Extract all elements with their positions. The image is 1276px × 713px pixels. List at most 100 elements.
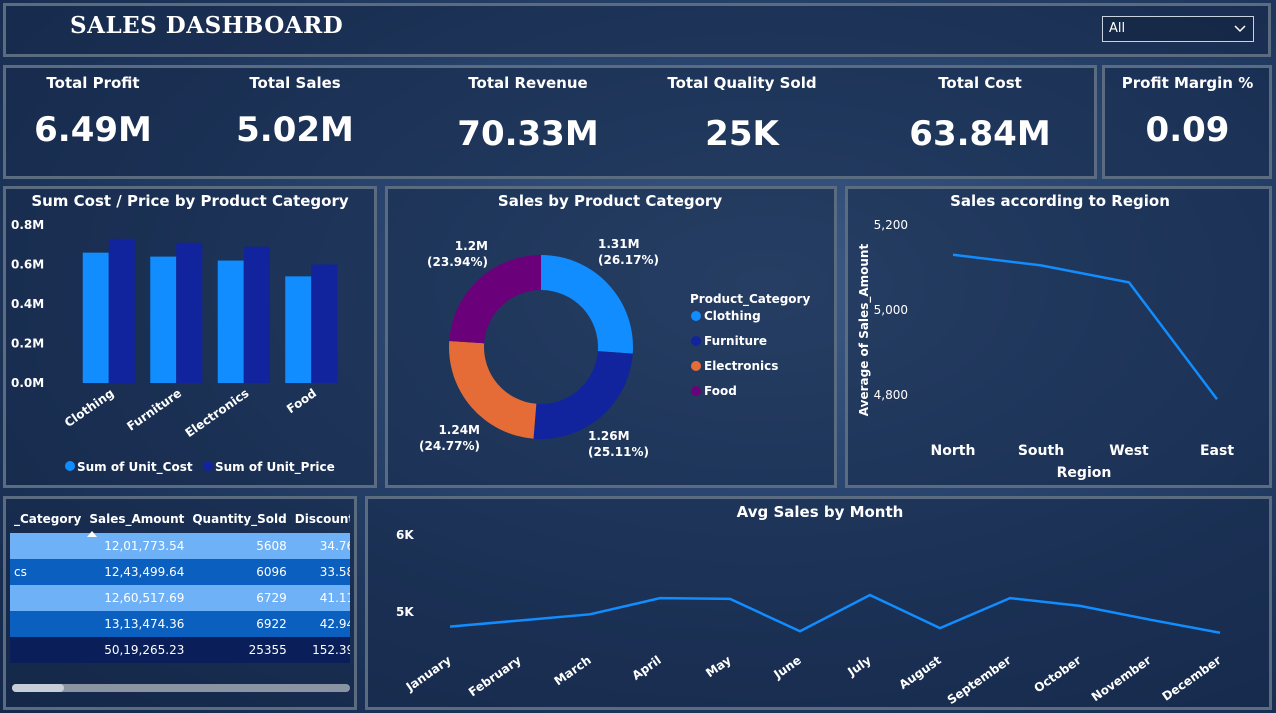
bar-x-tick: Clothing [62,386,116,430]
kpi-label-total-cost: Total Cost [938,74,1022,92]
page-title: SALES DASHBOARD [70,12,344,39]
scrollbar-thumb[interactable] [12,684,64,692]
table-total-cell [10,637,85,663]
bar-unit-price[interactable] [176,242,203,383]
month-x-tick: February [466,653,524,699]
table-row[interactable]: 12,01,773.54 5608 34.76 [10,533,350,559]
month-x-tick: April [629,653,663,683]
legend-marker [691,386,701,396]
region-series-line[interactable] [952,253,1218,401]
month-series-line[interactable] [449,593,1221,635]
bar-unit-cost[interactable] [150,256,177,383]
month-chart-title: Avg Sales by Month [736,503,904,521]
bar-x-tick: Furniture [124,386,184,434]
header-panel: SALES DASHBOARD All [3,3,1271,57]
sort-ascending-icon [87,531,98,537]
kpi-value-total-sales: 5.02M [236,110,354,150]
legend-marker [691,311,701,321]
bar-unit-price[interactable] [311,264,338,384]
bar-unit-cost[interactable] [82,252,109,383]
donut-data-label: 1.31M [598,237,640,251]
table-cell: 41.11 [319,591,350,605]
month-x-tick: July [844,653,873,679]
kpi-label-total-sales: Total Sales [249,74,341,92]
bar-unit-price[interactable] [243,246,270,383]
bar-unit-cost[interactable] [217,260,244,383]
sales-table[interactable]: _Category Sales_Amount Quantity_Sold Dis… [10,505,350,663]
table-cell: 6096 [256,565,287,579]
donut-chart: 1.31M (26.17%) 1.26M (25.11%) 1.24M (24.77%) 1… [419,237,810,459]
donut-chart-title: Sales by Product Category [497,192,723,210]
month-x-tick: January [403,653,454,695]
month-x-tick: September [945,653,1014,707]
month-x-tick: August [896,653,943,692]
donut-legend-title: Product_Category [690,292,810,307]
bar-unit-cost[interactable] [285,276,312,383]
kpi-value-total-cost: 63.84M [909,114,1051,154]
table-cell: 34.76 [319,539,350,553]
chevron-down-icon[interactable] [1233,18,1247,44]
col-header-category[interactable]: _Category [10,505,85,533]
bar-legend-label: Sum of Unit_Cost [77,460,193,475]
month-line-chart: 6K 5K January February March April May June July… [396,528,1224,707]
table-header-row: _Category Sales_Amount Quantity_Sold Dis… [10,505,350,537]
table-total-row: 50,19,265.23 25355 152.39 [10,637,350,663]
donut-legend-label: Furniture [704,334,767,348]
region-x-tick: North [931,443,976,459]
table-cell: 6729 [256,591,287,605]
slicer-value: All [1109,21,1126,36]
col-header-sales-amount-label: Sales_Amount [89,512,185,526]
table-row[interactable]: 13,13,474.36 6922 42.94 [10,611,350,637]
table-cell [10,533,85,559]
kpi-label-total-revenue: Total Revenue [468,74,588,92]
donut-slice-clothing[interactable] [541,255,633,354]
donut-data-label: 1.2M [455,239,488,253]
table-cell: cs [14,565,27,579]
month-x-tick: May [703,653,734,680]
region-y-tick: 5,000 [874,303,908,317]
kpi-value-total-revenue: 70.33M [457,114,599,154]
table-cell [10,611,85,637]
region-line-chart: 4,800 5,000 5,200 North South West East Region A… [857,218,1234,481]
bar-legend-label: Sum of Unit_Price [215,460,335,475]
donut-data-pct: (23.94%) [427,255,488,269]
month-x-tick: October [1031,653,1083,695]
bar-x-tick: Food [284,386,319,416]
category-slicer[interactable]: All [1102,16,1254,42]
table-total-cell: 152.39 [312,643,350,657]
donut-legend-label: Electronics [704,359,778,373]
table-row[interactable]: cs 12,43,499.64 6096 33.58 [10,559,350,585]
table-cell: 12,01,773.54 [104,539,185,553]
donut-legend-label: Clothing [704,309,761,323]
col-header-discount[interactable]: Discount [291,505,350,533]
bar-x-tick: Electronics [183,386,252,440]
month-x-tick: December [1160,653,1224,704]
kpi-label-profit-margin: Profit Margin % [1121,74,1254,92]
region-y-axis-label: Average of Sales_Amount [857,244,872,417]
kpi-value-total-quality-sold: 25K [705,114,779,154]
legend-marker [691,361,701,371]
table-cell: 33.58 [319,565,350,579]
donut-legend-label: Food [704,384,737,398]
donut-data-label: 1.26M [588,429,630,443]
table-row[interactable]: 12,60,517.69 6729 41.11 [10,585,350,611]
month-y-tick: 5K [396,605,414,619]
horizontal-scrollbar[interactable] [12,684,350,692]
bar-y-tick: 0.6M [11,258,44,272]
region-x-axis-label: Region [1057,465,1112,481]
table-cell [10,585,85,611]
bar-y-tick: 0.8M [11,218,44,232]
region-y-tick: 5,200 [874,218,908,232]
table-cell: 5608 [256,539,287,553]
region-x-tick: South [1018,443,1064,459]
col-header-sales-amount[interactable]: Sales_Amount [85,505,188,537]
col-header-quantity-sold[interactable]: Quantity_Sold [188,505,290,533]
kpi-value-total-profit: 6.49M [34,110,152,150]
bar-unit-price[interactable] [108,238,135,383]
month-x-tick: June [771,653,804,682]
bar-chart: 0.0M 0.2M 0.4M 0.6M 0.8M Clothing FurnitureEle… [11,218,338,475]
donut-data-pct: (24.77%) [419,439,480,453]
table-cell: 13,13,474.36 [104,617,185,631]
donut-slice-furniture[interactable] [533,351,633,439]
region-x-tick: East [1200,443,1234,459]
